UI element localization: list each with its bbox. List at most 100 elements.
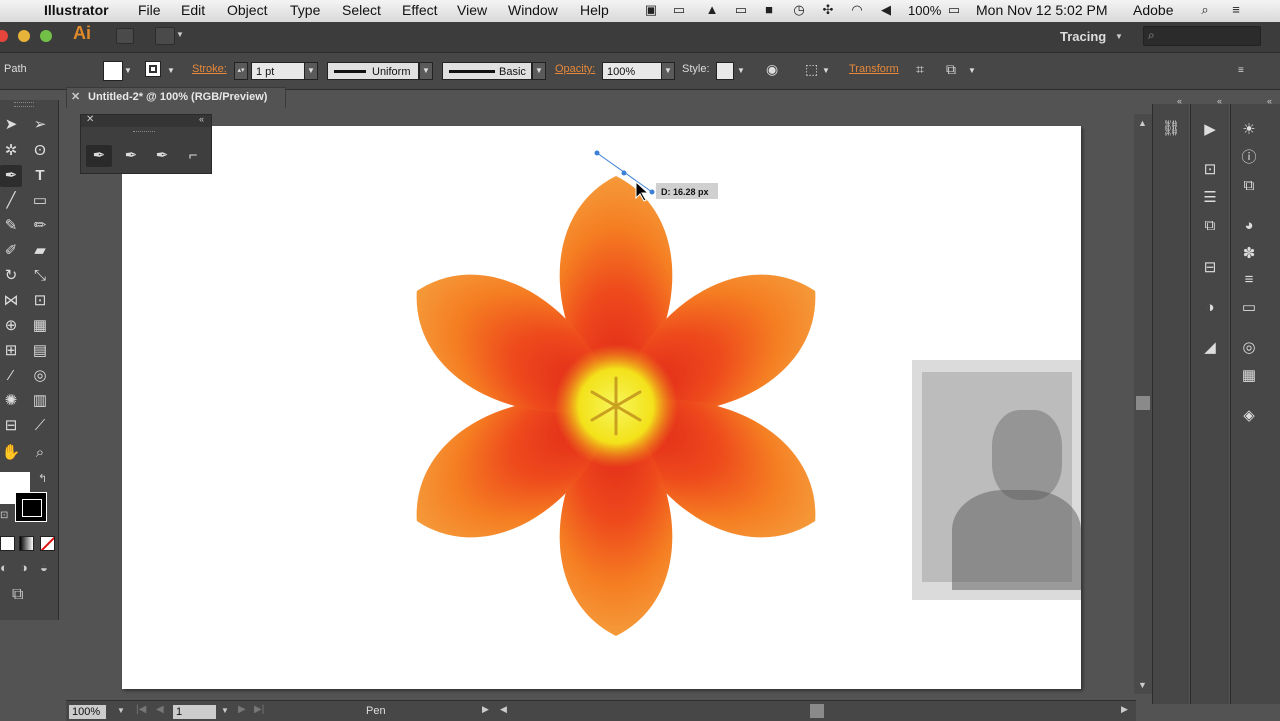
free-transform-tool-icon[interactable]: ⊡ — [29, 290, 51, 312]
rotate-tool-icon[interactable]: ↻ — [0, 265, 22, 287]
close-panel-icon[interactable]: ✕ — [86, 114, 94, 125]
gradient-tool-icon[interactable]: ▤ — [29, 340, 51, 362]
artboard-dropdown-icon[interactable]: ▼ — [221, 706, 229, 715]
zoom-field[interactable]: 100% — [69, 705, 106, 719]
transform-link[interactable]: Transform — [849, 63, 899, 75]
stroke-weight-stepper[interactable]: ▴▾ — [234, 62, 248, 80]
rectangle-tool-icon[interactable]: ▭ — [29, 190, 51, 212]
magic-wand-tool-icon[interactable]: ✲ — [0, 140, 22, 162]
profile-dropdown[interactable]: ▼ — [419, 62, 433, 80]
symbol-sprayer-tool-icon[interactable]: ✺ — [0, 390, 22, 412]
blend-tool-icon[interactable]: ◎ — [29, 365, 51, 387]
envelope-icon[interactable]: ⧉ — [946, 61, 956, 78]
document-tab[interactable]: ✕ Untitled-2* @ 100% (RGB/Preview) — [66, 87, 286, 108]
gradient-mode-button[interactable] — [19, 536, 34, 551]
gradient-panel-icon[interactable]: ▭ — [1237, 297, 1261, 319]
clock[interactable]: Mon Nov 12 5:02 PM — [976, 2, 1108, 18]
direct-selection-tool-icon[interactable]: ➢ — [29, 114, 51, 136]
draw-behind-icon[interactable]: ◑ — [20, 560, 28, 575]
color-panel-icon[interactable]: ◕ — [1237, 215, 1261, 237]
panel-grip[interactable] — [133, 131, 155, 135]
vertical-scrollbar[interactable]: ▲ ▼ — [1134, 114, 1152, 694]
stroke-color-box[interactable] — [15, 492, 47, 522]
menu-file[interactable]: File — [138, 2, 161, 18]
panel-titlebar[interactable]: ✕ « — [81, 114, 211, 127]
menu-app-name[interactable]: Illustrator — [44, 2, 109, 18]
next-artboard-icon[interactable]: ▶ — [238, 704, 246, 715]
artboard[interactable]: D: 16.28 px — [122, 126, 1081, 689]
color-guide-panel-icon[interactable]: ☀ — [1237, 119, 1261, 141]
stroke-swatch[interactable] — [145, 61, 161, 77]
workspace-switcher[interactable]: Tracing — [1060, 29, 1106, 44]
horizontal-scroll-thumb[interactable] — [810, 704, 824, 718]
first-artboard-icon[interactable]: |◀ — [136, 704, 146, 715]
pencil-tool-icon[interactable]: ✏ — [29, 215, 51, 237]
transform-panel-icon[interactable]: ⊡ — [1198, 159, 1222, 181]
graphic-style-swatch[interactable] — [716, 62, 734, 80]
menu-type[interactable]: Type — [290, 2, 320, 18]
bluetooth-icon[interactable]: ✣ — [820, 3, 836, 17]
isolate-icon[interactable]: ⌗ — [916, 61, 924, 78]
variable-width-profile-field[interactable]: Uniform — [327, 62, 419, 80]
menu-view[interactable]: View — [457, 2, 487, 18]
color-mode-button[interactable] — [0, 536, 15, 551]
zoom-tool-icon[interactable]: ⌕ — [29, 442, 51, 464]
shape-builder-tool-icon[interactable]: ⊕ — [0, 315, 22, 337]
workspace-dropdown-icon[interactable]: ▼ — [1115, 32, 1123, 41]
recolor-artwork-icon[interactable]: ◉ — [766, 61, 778, 78]
previous-artboard-icon[interactable]: ◀ — [156, 704, 164, 715]
stroke-weight-dropdown[interactable]: ▼ — [304, 62, 318, 80]
default-colors-icon[interactable]: ⊡ — [0, 510, 8, 521]
brush-definition-field[interactable]: Basic — [442, 62, 532, 80]
menu-object[interactable]: Object — [227, 2, 267, 18]
close-tab-icon[interactable]: ✕ — [71, 90, 80, 103]
time-machine-icon[interactable]: ◷ — [791, 3, 807, 17]
stroke-link[interactable]: Stroke: — [192, 63, 227, 75]
links-panel-icon[interactable]: ⛓ — [1159, 118, 1183, 140]
status-menu-icon[interactable]: ▶ — [482, 704, 489, 715]
wifi-icon[interactable]: ◠ — [849, 3, 865, 17]
display-icon[interactable]: ▭ — [733, 3, 749, 17]
appearance-panel-icon[interactable]: ◎ — [1237, 337, 1261, 359]
battery-icon[interactable]: ▭ — [943, 3, 965, 17]
airplay-icon[interactable]: ▲ — [704, 3, 720, 17]
scale-tool-icon[interactable]: ⤡ — [29, 265, 51, 287]
fill-dropdown-icon[interactable]: ▼ — [124, 66, 132, 75]
envelope-dropdown-icon[interactable]: ▼ — [968, 66, 976, 75]
align-dropdown-icon[interactable]: ▼ — [822, 66, 830, 75]
lock-icon[interactable]: ■ — [761, 3, 777, 17]
pen-handle-point[interactable] — [594, 150, 600, 156]
notification-center-icon[interactable]: ≡ — [1228, 3, 1244, 17]
draw-inside-icon[interactable]: ◒ — [40, 560, 48, 575]
swap-fill-stroke-icon[interactable]: ↰ — [38, 472, 47, 485]
brush-dropdown[interactable]: ▼ — [532, 62, 546, 80]
zoom-dropdown-icon[interactable]: ▼ — [117, 706, 125, 715]
mesh-tool-icon[interactable]: ⊞ — [0, 340, 22, 362]
menu-window[interactable]: Window — [508, 2, 558, 18]
perspective-grid-tool-icon[interactable]: ▦ — [29, 315, 51, 337]
stack-panel-icon[interactable]: ⧉ — [1237, 175, 1261, 197]
draw-normal-icon[interactable]: ◐ — [0, 560, 8, 575]
vertical-scroll-thumb[interactable] — [1136, 396, 1150, 410]
arrange-documents-icon[interactable] — [155, 27, 175, 45]
pen-tool-icon[interactable]: ✒ — [0, 165, 22, 187]
volume-icon[interactable]: ◀ — [878, 3, 894, 17]
stroke-dropdown-icon[interactable]: ▼ — [167, 66, 175, 75]
info-panel-icon[interactable]: ⓘ — [1237, 147, 1261, 169]
slice-tool-icon[interactable]: ⟋ — [29, 415, 51, 437]
brushes-panel-icon[interactable]: ✽ — [1237, 243, 1261, 265]
fill-swatch[interactable] — [103, 61, 123, 81]
collapse-dock-icon-3[interactable]: « — [1267, 96, 1272, 106]
pathfinder-panel-icon[interactable]: ⧉ — [1198, 215, 1222, 237]
convert-anchor-point-tool-icon[interactable]: ⌐ — [180, 145, 206, 167]
minimize-window-button[interactable] — [18, 30, 30, 42]
menu-select[interactable]: Select — [342, 2, 381, 18]
navigator-panel-icon[interactable]: ◢ — [1198, 337, 1222, 359]
column-graph-tool-icon[interactable]: ▥ — [29, 390, 51, 412]
selection-tool-icon[interactable]: ➤ — [0, 114, 22, 136]
pen-anchor-point[interactable] — [621, 170, 627, 176]
window-icon[interactable]: ▭ — [671, 3, 687, 17]
menu-edit[interactable]: Edit — [181, 2, 205, 18]
hand-tool-icon[interactable]: ✋ — [0, 442, 22, 464]
opacity-dropdown[interactable]: ▼ — [661, 62, 675, 80]
